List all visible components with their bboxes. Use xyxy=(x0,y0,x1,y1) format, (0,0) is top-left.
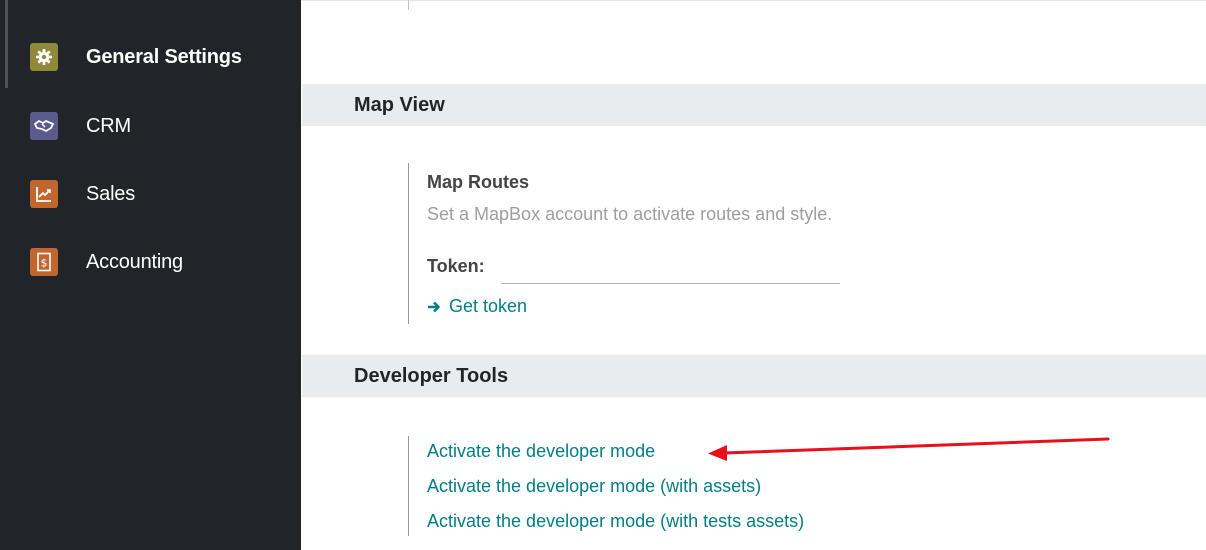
section-title: Developer Tools xyxy=(354,364,509,387)
activate-developer-mode-tests-assets-link[interactable]: Activate the developer mode (with tests … xyxy=(427,511,804,532)
setting-border xyxy=(408,163,409,324)
sidebar-item-label: Accounting xyxy=(86,250,183,273)
sidebar-item-sales[interactable]: Sales xyxy=(30,177,135,211)
top-divider xyxy=(301,0,1206,1)
token-label: Token: xyxy=(427,256,485,276)
section-header-map-view: Map View xyxy=(302,84,1206,126)
section-title: Map View xyxy=(354,93,445,116)
setting-border xyxy=(408,0,409,10)
activate-developer-mode-assets-link[interactable]: Activate the developer mode (with assets… xyxy=(427,476,761,497)
sidebar-item-crm[interactable]: CRM xyxy=(30,109,131,143)
chart-line-icon xyxy=(30,180,58,208)
annotation-arrow xyxy=(708,437,1110,461)
active-indicator xyxy=(5,0,8,88)
arrow-right-icon xyxy=(428,301,440,312)
gear-icon xyxy=(30,43,58,71)
svg-text:$: $ xyxy=(41,257,48,270)
setting-description: Set a MapBox account to activate routes … xyxy=(427,204,833,224)
get-token-link[interactable]: Get token xyxy=(427,296,527,317)
get-token-label: Get token xyxy=(449,296,528,316)
invoice-dollar-icon: $ xyxy=(30,248,58,276)
sidebar-item-label: Sales xyxy=(86,182,136,205)
setting-title-map-routes: Map Routes xyxy=(427,172,530,192)
section-header-developer-tools: Developer Tools xyxy=(302,355,1206,397)
activate-developer-mode-link[interactable]: Activate the developer mode xyxy=(427,441,655,462)
token-input[interactable] xyxy=(501,265,840,284)
setting-border xyxy=(408,436,409,536)
sidebar: General Settings CRM Sales $ Accounting xyxy=(0,0,301,550)
handshake-icon xyxy=(30,112,58,140)
sidebar-item-accounting[interactable]: $ Accounting xyxy=(30,245,183,279)
sidebar-item-general-settings[interactable]: General Settings xyxy=(30,40,242,74)
sidebar-item-label: CRM xyxy=(86,114,131,137)
sidebar-item-label: General Settings xyxy=(86,45,242,68)
